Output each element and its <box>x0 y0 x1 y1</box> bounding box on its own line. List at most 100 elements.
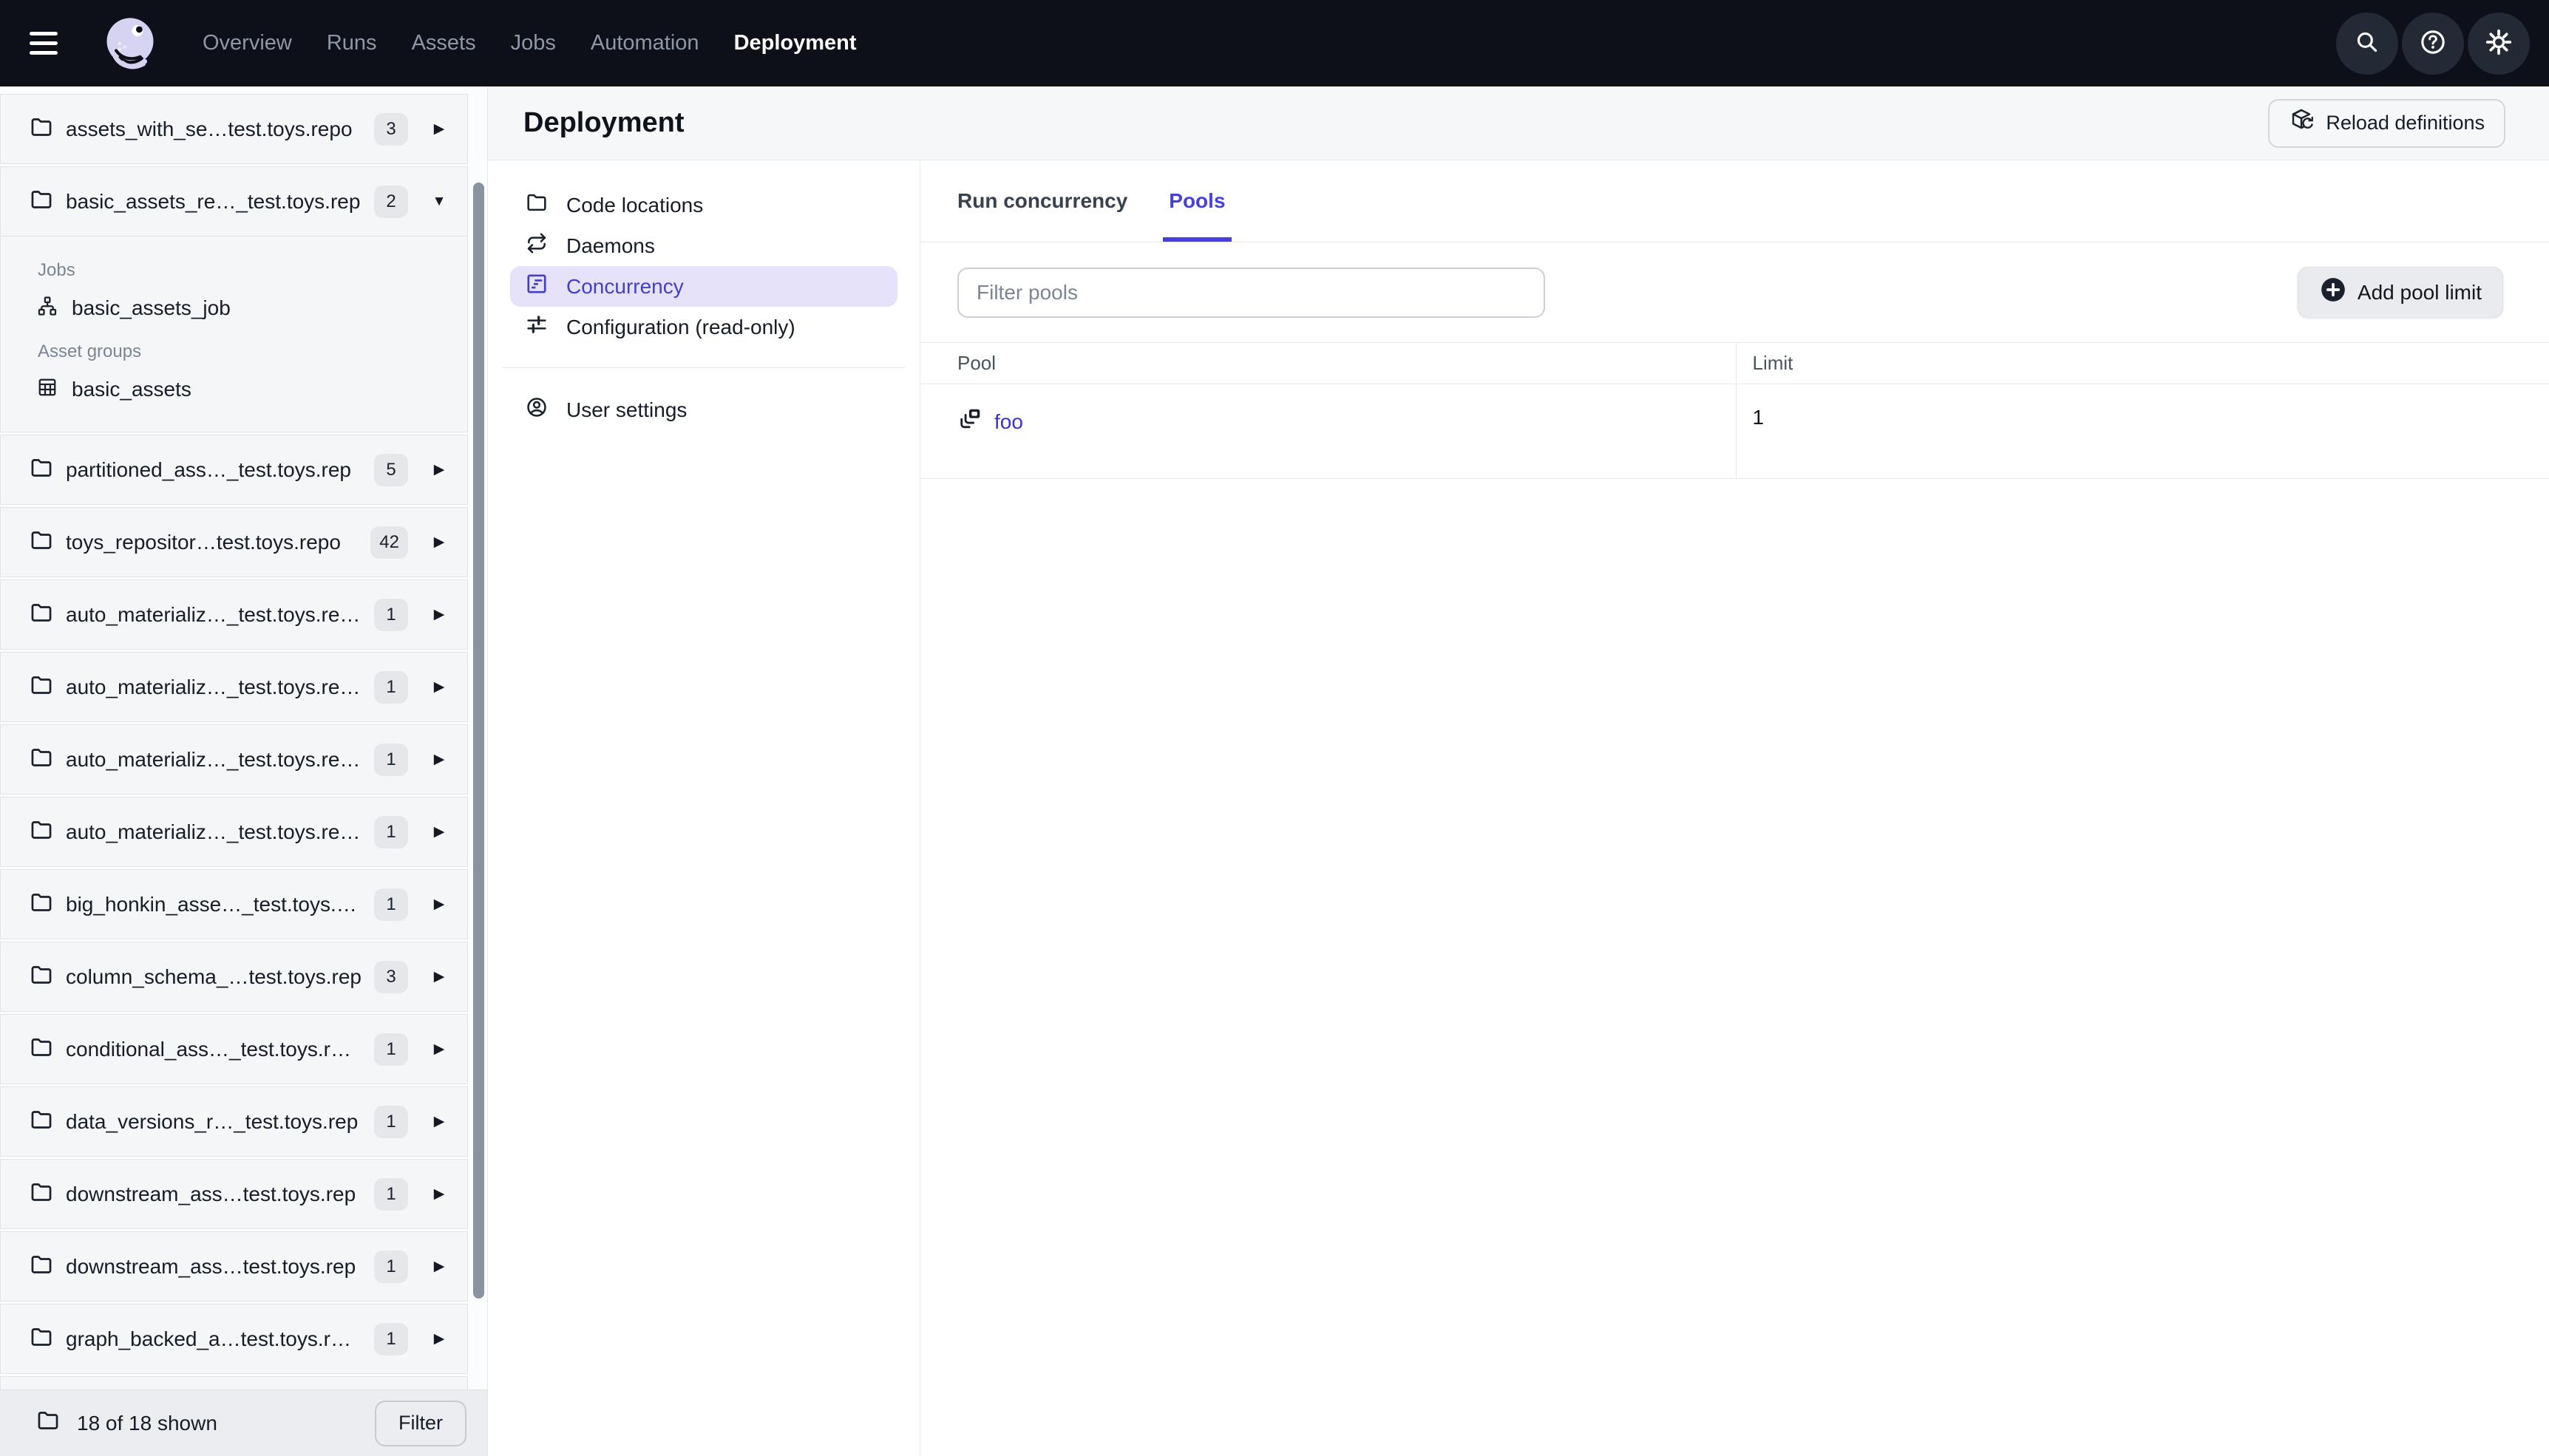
repo-count-badge: 3 <box>374 960 408 993</box>
sidebar-repo-row[interactable]: auto_materializ…_test.toys.repo 1 ▶ <box>1 725 467 794</box>
reload-definitions-button[interactable]: Reload definitions <box>2268 98 2505 148</box>
chevron-expand-icon[interactable]: ▶ <box>427 534 451 551</box>
settings-button[interactable] <box>2468 12 2530 75</box>
folder-icon <box>29 1324 54 1353</box>
sidebar-repo-row[interactable]: column_schema_…test.toys.rep 3 ▶ <box>1 942 467 1011</box>
hamburger-menu-button[interactable] <box>30 20 77 67</box>
chevron-expand-icon[interactable]: ▶ <box>427 1185 451 1202</box>
topnav-link-automation[interactable]: Automation <box>591 31 699 55</box>
nav-item-label: User settings <box>566 398 688 421</box>
plus-circle-icon <box>2319 276 2347 309</box>
repo-count-badge: 1 <box>374 598 408 631</box>
chevron-expand-icon[interactable]: ▶ <box>427 896 451 913</box>
chevron-expand-icon[interactable]: ▶ <box>427 1041 451 1058</box>
repo-card: auto_materializ…_test.toys.repo 1 ▶ <box>0 652 468 722</box>
repo-name: column_schema_…test.toys.rep <box>66 965 362 988</box>
asset-group-name: basic_assets <box>72 378 191 401</box>
chevron-expand-icon[interactable]: ▶ <box>427 1258 451 1275</box>
pools-toolbar: Add pool limit <box>957 267 2503 318</box>
sidebar-repo-row[interactable]: downstream_ass…test.toys.rep 1 ▶ <box>1 1232 467 1301</box>
tab-pools[interactable]: Pools <box>1163 160 1232 242</box>
chevron-expand-icon[interactable]: ▶ <box>427 606 451 623</box>
nav-item-daemons[interactable]: Daemons <box>510 225 897 266</box>
sidebar-repo-row[interactable]: auto_materializ…_test.toys.repo 1 ▶ <box>1 653 467 721</box>
sidebar-repo-row[interactable]: big_honkin_asse…_test.toys.rep 1 ▶ <box>1 870 467 939</box>
nav-item-label: Configuration (read-only) <box>566 315 795 339</box>
sidebar-scrollbar[interactable] <box>473 183 484 1299</box>
topnav-links: Overview Runs Assets Jobs Automation Dep… <box>203 31 857 55</box>
sidebar-repo-row[interactable]: basic_assets_re…_test.toys.rep 2 ▼ <box>1 167 467 236</box>
repo-card: partitioned_ass…_test.toys.rep 5 ▶ <box>0 435 468 505</box>
sidebar-repo-row[interactable]: data_versions_r…_test.toys.rep 1 ▶ <box>1 1087 467 1156</box>
pool-limit-value: 1 <box>1735 384 2549 479</box>
nav-item-label: Concurrency <box>566 274 684 298</box>
chevron-expand-icon[interactable]: ▶ <box>427 823 451 840</box>
nav-item-code-locations[interactable]: Code locations <box>510 185 897 225</box>
folder-icon <box>29 817 54 846</box>
help-button[interactable] <box>2402 12 2464 75</box>
folder-icon <box>525 191 549 220</box>
sidebar-repo-row[interactable]: auto_materializ…_test.toys.repo 1 ▶ <box>1 797 467 866</box>
nav-item-configuration[interactable]: Configuration (read-only) <box>510 307 897 347</box>
add-pool-limit-button[interactable]: Add pool limit <box>2297 267 2503 318</box>
topnav-link-overview[interactable]: Overview <box>203 31 292 55</box>
pools-table: Pool Limit foo 1 <box>920 342 2549 479</box>
topnav-link-jobs[interactable]: Jobs <box>511 31 556 55</box>
folder-icon <box>29 455 54 484</box>
sidebar-repo-row[interactable]: partitioned_ass…_test.toys.rep 5 ▶ <box>1 435 467 504</box>
repo-card: graph_backed_a…test.toys.repo 1 ▶ <box>0 1304 468 1374</box>
nav-item-concurrency[interactable]: Concurrency <box>510 266 897 307</box>
nav-item-user-settings[interactable]: User settings <box>510 389 897 430</box>
repo-expanded-detail: Jobs basic_assets_job Asset groups basic… <box>1 236 467 432</box>
repo-name: toys_repositor…test.toys.repo <box>66 530 341 554</box>
chevron-expand-icon[interactable]: ▼ <box>427 194 451 210</box>
chevron-expand-icon[interactable]: ▶ <box>427 461 451 478</box>
sidebar-repo-row[interactable]: conditional_ass…_test.toys.repo 1 ▶ <box>1 1015 467 1084</box>
repo-count-badge: 2 <box>374 185 408 218</box>
topnav-link-assets[interactable]: Assets <box>412 31 476 55</box>
repo-card: big_honkin_asse…_test.toys.rep 1 ▶ <box>0 869 468 939</box>
topnav-icon-buttons <box>2336 12 2530 75</box>
repo-card: long_asset_keys_…_test.toys.rep 1 ▶ <box>0 1376 468 1389</box>
folder-icon <box>29 115 54 143</box>
repo-name: assets_with_se…test.toys.repo <box>66 117 353 140</box>
pool-stack-icon <box>957 406 984 438</box>
search-button[interactable] <box>2336 12 2398 75</box>
pool-link-foo[interactable]: foo <box>994 410 1023 434</box>
repo-count-badge: 1 <box>374 743 408 776</box>
concurrency-tabs: Run concurrency Pools <box>920 160 2549 242</box>
repo-name: auto_materializ…_test.toys.repo <box>66 675 362 698</box>
repo-count-badge: 1 <box>374 815 408 848</box>
repo-count-badge: 1 <box>374 1105 408 1138</box>
search-icon <box>2352 27 2383 60</box>
topnav-link-runs[interactable]: Runs <box>327 31 377 55</box>
sidebar-repo-row[interactable]: long_asset_keys_…_test.toys.rep 1 ▶ <box>1 1377 467 1389</box>
sidebar-repo-row[interactable]: downstream_ass…test.toys.rep 1 ▶ <box>1 1160 467 1228</box>
repo-name: big_honkin_asse…_test.toys.rep <box>66 892 362 916</box>
repo-count-badge: 1 <box>374 1322 408 1355</box>
filter-pools-input[interactable] <box>957 267 1545 318</box>
sidebar-repo-row[interactable]: graph_backed_a…test.toys.repo 1 ▶ <box>1 1304 467 1373</box>
repo-name: partitioned_ass…_test.toys.rep <box>66 457 351 481</box>
chevron-expand-icon[interactable]: ▶ <box>427 120 451 137</box>
sidebar-job-item[interactable]: basic_assets_job <box>1 287 467 330</box>
folder-icon <box>29 1035 54 1064</box>
chevron-expand-icon[interactable]: ▶ <box>427 751 451 768</box>
repo-count-badge: 42 <box>370 525 408 559</box>
repo-name: downstream_ass…test.toys.rep <box>66 1254 356 1278</box>
sidebar-repo-row[interactable]: auto_materializ…_test.toys.repo 1 ▶ <box>1 580 467 649</box>
reload-definitions-label: Reload definitions <box>2326 112 2485 134</box>
tab-run-concurrency[interactable]: Run concurrency <box>957 160 1127 242</box>
chevron-expand-icon[interactable]: ▶ <box>427 1330 451 1347</box>
topnav-link-deployment[interactable]: Deployment <box>734 31 857 55</box>
repo-card: assets_with_se…test.toys.repo 3 ▶ <box>0 94 468 164</box>
sidebar-filter-button[interactable]: Filter <box>375 1400 466 1446</box>
chevron-expand-icon[interactable]: ▶ <box>427 1113 451 1130</box>
chevron-expand-icon[interactable]: ▶ <box>427 968 451 985</box>
chevron-expand-icon[interactable]: ▶ <box>427 678 451 695</box>
sidebar-asset-group-item[interactable]: basic_assets <box>1 368 467 411</box>
sidebar-repo-row[interactable]: assets_with_se…test.toys.repo 3 ▶ <box>1 95 467 163</box>
dagster-logo[interactable] <box>99 13 161 75</box>
folder-icon <box>35 1408 61 1438</box>
sidebar-repo-row[interactable]: toys_repositor…test.toys.repo 42 ▶ <box>1 508 467 576</box>
